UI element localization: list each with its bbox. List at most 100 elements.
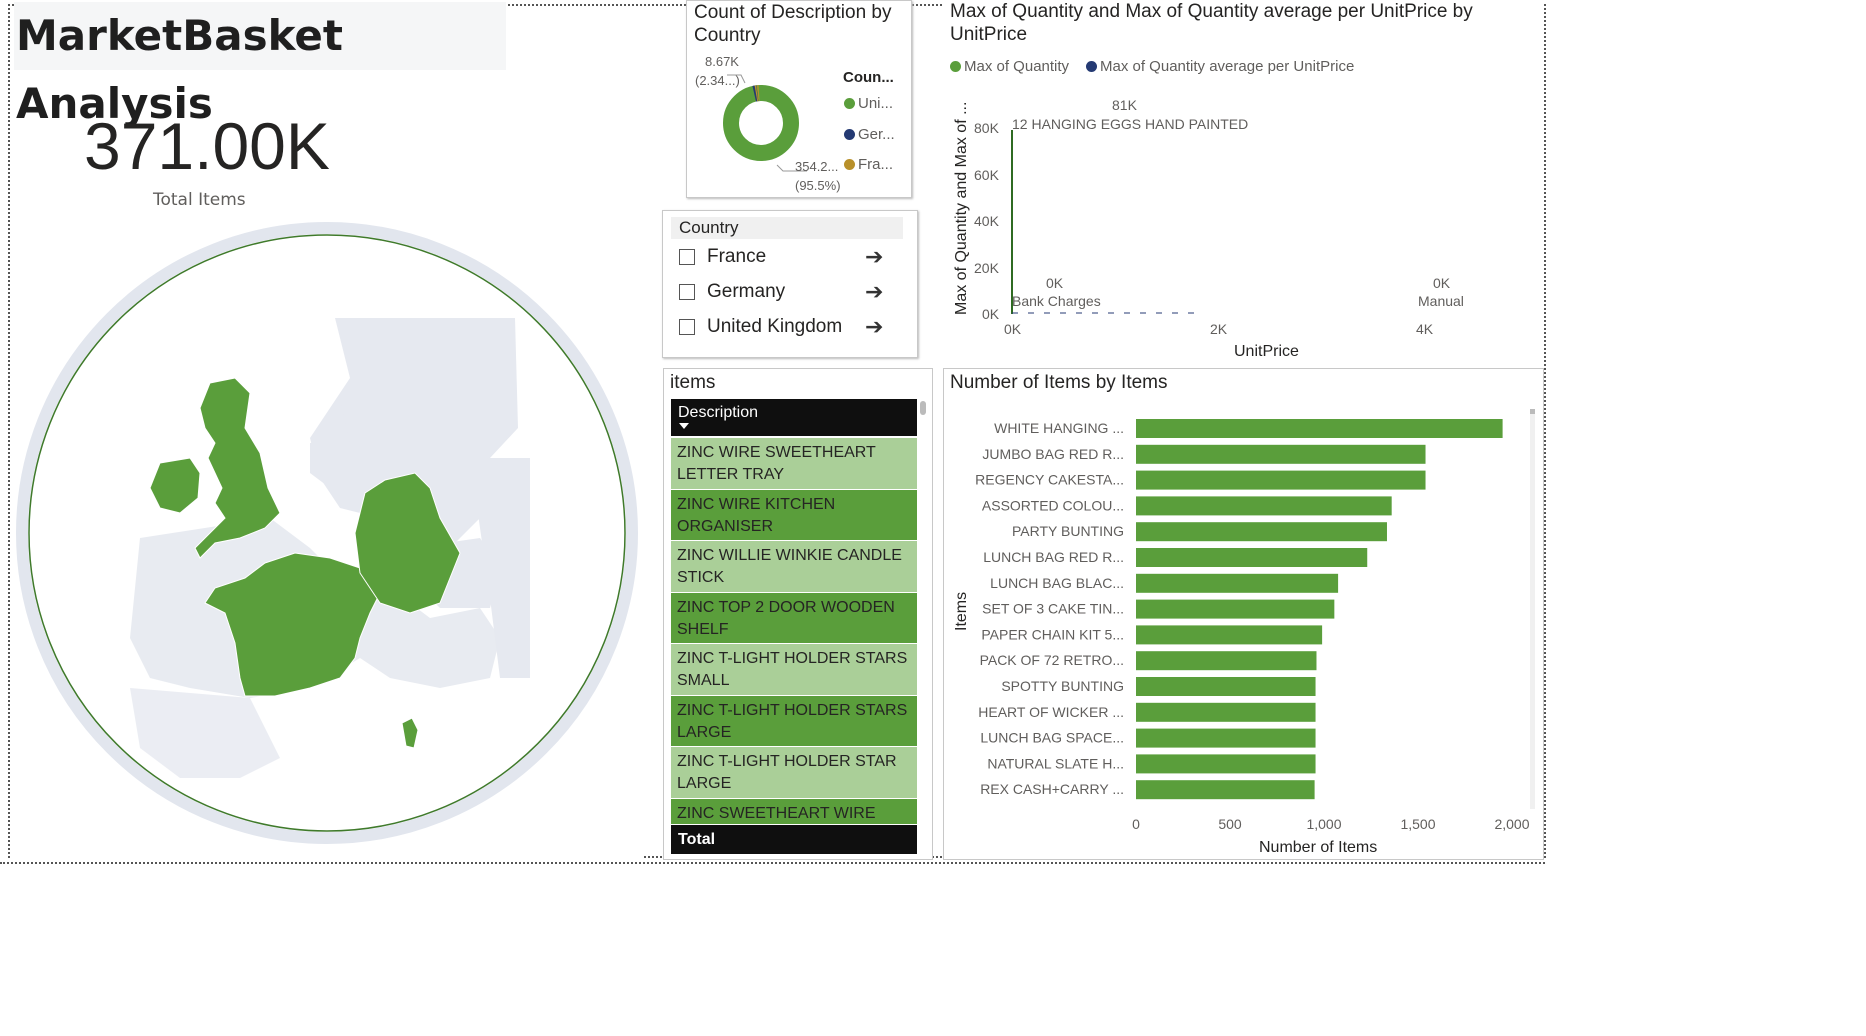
- slicer-item-france[interactable]: France ➔: [679, 242, 909, 272]
- sort-descending-icon[interactable]: [679, 423, 689, 429]
- bar-category-label: PACK OF 72 RETRO...: [980, 652, 1124, 668]
- kpi-total-items-label: Total Items: [153, 190, 246, 210]
- y-tick-label: 40K: [974, 213, 1000, 229]
- europe-map-visual[interactable]: [10, 218, 644, 858]
- slicer-item-united-kingdom[interactable]: United Kingdom ➔: [679, 312, 909, 342]
- bar-y-axis-title: Items: [953, 592, 970, 631]
- bar-category-label: REX CASH+CARRY ...: [980, 781, 1124, 797]
- bar-chart-scroll-thumb[interactable]: [1530, 409, 1535, 414]
- bar-mark[interactable]: [1136, 599, 1335, 619]
- table-row[interactable]: ZINC WILLIE WINKIE CANDLE STICK: [671, 541, 917, 593]
- map-svg: [16, 222, 638, 844]
- donut-label-big-value: 354.2...: [795, 159, 839, 174]
- scatter-x-axis-title: UnitPrice: [1234, 343, 1299, 360]
- bar-category-label: WHITE HANGING ...: [994, 420, 1124, 436]
- column-header-description[interactable]: Description: [671, 399, 917, 436]
- y-tick-label: 0K: [982, 306, 1000, 322]
- bar-category-label: LUNCH BAG BLAC...: [990, 575, 1124, 591]
- donut-legend-item[interactable]: Fra...: [844, 156, 893, 173]
- page-divider: [0, 862, 1545, 864]
- legend-label: Fra...: [858, 156, 894, 173]
- legend-dot-icon: [844, 129, 855, 140]
- map-outer-ring: [16, 222, 638, 844]
- x-tick-label: 0K: [1004, 321, 1022, 337]
- drill-arrow-icon[interactable]: ➔: [865, 279, 883, 305]
- bar-chart[interactable]: Items Number of Items WHITE HANGING ... J…: [944, 369, 1543, 859]
- bar-mark[interactable]: [1136, 728, 1316, 748]
- table-row[interactable]: ZINC WIRE SWEETHEART LETTER TRAY: [671, 438, 917, 490]
- table-title: items: [670, 372, 716, 393]
- table-row[interactable]: ZINC SWEETHEART WIRE LETTER: [671, 798, 917, 824]
- checkbox[interactable]: [679, 249, 695, 265]
- bar-mark[interactable]: [1136, 754, 1316, 774]
- bar-mark[interactable]: [1136, 651, 1317, 671]
- bar-mark[interactable]: [1136, 470, 1426, 490]
- bar-mark[interactable]: [1136, 780, 1315, 800]
- scatter-y-axis-title: Max of Quantity and Max of ...: [953, 102, 970, 315]
- bar-mark[interactable]: [1136, 625, 1323, 645]
- checkbox[interactable]: [679, 284, 695, 300]
- drill-arrow-icon[interactable]: ➔: [865, 244, 883, 270]
- bar-mark[interactable]: [1136, 522, 1387, 542]
- column-header-label: Description: [678, 404, 759, 421]
- table-row[interactable]: ZINC TOP 2 DOOR WOODEN SHELF: [671, 592, 917, 644]
- x-tick-label: 500: [1218, 816, 1242, 832]
- map-background-land: [130, 318, 530, 778]
- y-tick-label: 60K: [974, 167, 1000, 183]
- map-inner-ring: [28, 234, 626, 832]
- table-scrollbar[interactable]: [920, 401, 926, 415]
- slicer-header: Country: [671, 217, 903, 239]
- drill-arrow-icon[interactable]: ➔: [865, 314, 883, 340]
- table-row[interactable]: ZINC T-LIGHT HOLDER STARS LARGE: [671, 695, 917, 747]
- country-slicer[interactable]: Country France ➔ Germany ➔ United Kingdo…: [662, 210, 918, 358]
- x-tick-label: 1,000: [1306, 816, 1341, 832]
- slicer-item-label: France: [707, 246, 767, 267]
- bar-category-label: ASSORTED COLOU...: [982, 497, 1124, 513]
- bar-mark[interactable]: [1136, 419, 1503, 438]
- kpi-total-items-value: 371.00K: [84, 109, 330, 183]
- scatter-plot[interactable]: Max of Quantity and Max of ... UnitPrice…: [944, 0, 1544, 362]
- bar-category-label: LUNCH BAG RED R...: [983, 549, 1124, 565]
- donut-slice-united-kingdom[interactable]: [723, 85, 799, 161]
- table-row[interactable]: ZINC WIRE KITCHEN ORGANISER: [671, 489, 917, 541]
- bar-category-label: REGENCY CAKESTA...: [975, 472, 1124, 488]
- items-table-visual[interactable]: items Description ZINC WIRE SWEETHEART L…: [663, 368, 933, 860]
- x-tick-label: 4K: [1416, 321, 1434, 337]
- legend-label: Uni...: [858, 95, 894, 112]
- bar-chart-scrollbar[interactable]: [1530, 409, 1535, 809]
- x-tick-label: 1,500: [1400, 816, 1435, 832]
- donut-visual[interactable]: Count of Description by Country 8.67K (2…: [686, 0, 912, 198]
- donut-title: Count of Description by Country: [694, 2, 892, 46]
- bar-mark[interactable]: [1136, 677, 1316, 696]
- bar-category-label: LUNCH BAG SPACE...: [980, 730, 1124, 746]
- x-tick-label: 2K: [1210, 321, 1228, 337]
- table-body[interactable]: ZINC WIRE SWEETHEART LETTER TRAY ZINC WI…: [671, 438, 917, 824]
- bar-mark[interactable]: [1136, 548, 1368, 567]
- x-tick-label: 0: [1132, 816, 1140, 832]
- bar-category-label: NATURAL SLATE H...: [987, 755, 1124, 771]
- slicer-item-germany[interactable]: Germany ➔: [679, 277, 909, 307]
- bar-category-label: PAPER CHAIN KIT 5...: [981, 626, 1124, 642]
- bar-mark[interactable]: [1136, 573, 1339, 593]
- table-row[interactable]: ZINC T-LIGHT HOLDER STAR LARGE: [671, 747, 917, 799]
- donut-label-small-value: 8.67K: [705, 54, 739, 69]
- legend-dot-icon: [844, 98, 855, 109]
- bar-chart-visual[interactable]: Number of Items by Items Items Number of…: [943, 368, 1544, 860]
- checkbox[interactable]: [679, 319, 695, 335]
- bar-mark[interactable]: [1136, 444, 1426, 464]
- donut-legend-item[interactable]: Uni...: [844, 95, 893, 112]
- y-tick-label: 20K: [974, 260, 1000, 276]
- scatter-annotation-value: 81K: [1112, 97, 1138, 113]
- bar-mark[interactable]: [1136, 702, 1316, 722]
- table-row[interactable]: ZINC T-LIGHT HOLDER STARS SMALL: [671, 644, 917, 696]
- bar-category-label: JUMBO BAG RED R...: [982, 446, 1124, 462]
- slicer-item-label: United Kingdom: [707, 316, 843, 337]
- bar-category-label: SPOTTY BUNTING: [1001, 678, 1124, 694]
- scatter-annotation-label: 12 HANGING EGGS HAND PAINTED: [1012, 116, 1248, 132]
- scatter-annotation-label: Bank Charges: [1012, 293, 1101, 309]
- scatter-visual[interactable]: Max of Quantity and Max of Quantity aver…: [944, 0, 1544, 362]
- bar-mark[interactable]: [1136, 496, 1392, 516]
- legend-label: Ger...: [858, 126, 895, 143]
- page-title: MarketBasket Analysis: [14, 2, 506, 128]
- donut-legend-item[interactable]: Ger...: [844, 126, 895, 143]
